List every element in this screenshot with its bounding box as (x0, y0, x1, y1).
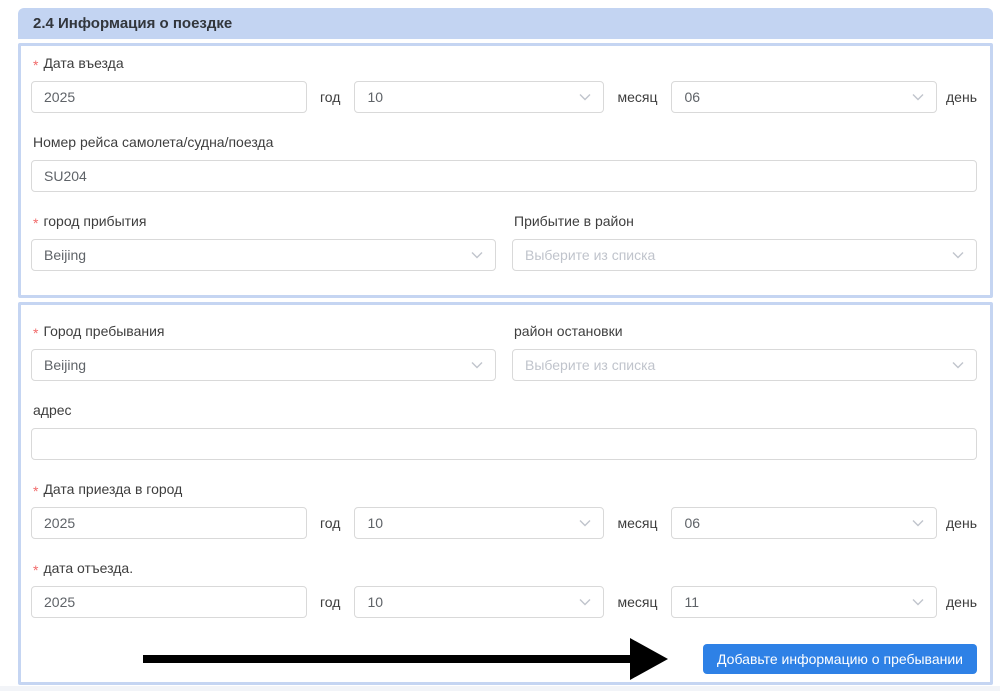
entry-date-label: * Дата въезда (33, 54, 977, 72)
address-input[interactable] (31, 428, 977, 460)
arrival-labels-row: * город прибытия Прибытие в район (31, 212, 977, 239)
chevron-down-icon (952, 251, 964, 259)
section-title: 2.4 Информация о поездке (33, 15, 232, 32)
transport-number-row (31, 160, 977, 192)
chevron-down-icon (579, 598, 591, 606)
stay-selects-row: Beijing Выберите из списка (31, 349, 977, 381)
arrival-selects-row: Beijing Выберите из списка (31, 239, 977, 271)
page-background-strip (0, 686, 1000, 691)
add-stay-button[interactable]: Добавьте информацию о пребывании (703, 644, 977, 674)
entry-day-select[interactable]: 06 (671, 81, 937, 113)
departure-date-row: год 10 месяц 11 день (31, 586, 977, 618)
day-unit-label: день (946, 89, 977, 105)
year-unit-label: год (320, 594, 340, 610)
transport-number-input[interactable] (31, 160, 977, 192)
arrival-city-label: * город прибытия (33, 212, 496, 230)
stay-info-box: * Город пребывания район остановки Beiji… (18, 302, 993, 685)
city-arrival-day-select[interactable]: 06 (671, 507, 937, 539)
chevron-down-icon (912, 598, 924, 606)
stay-city-select[interactable]: Beijing (31, 349, 496, 381)
address-label: адрес (33, 401, 977, 419)
departure-year-input[interactable] (31, 586, 307, 618)
address-row (31, 428, 977, 460)
chevron-down-icon (952, 361, 964, 369)
chevron-down-icon (579, 93, 591, 101)
stop-district-label: район остановки (514, 322, 977, 340)
chevron-down-icon (579, 519, 591, 527)
required-marker: * (33, 214, 38, 232)
day-unit-label: день (946, 515, 977, 531)
departure-month-select[interactable]: 10 (354, 586, 604, 618)
stop-district-select[interactable]: Выберите из списка (512, 349, 977, 381)
chevron-down-icon (471, 361, 483, 369)
add-stay-action-row: Добавьте информацию о пребывании (31, 644, 977, 674)
city-arrival-month-select[interactable]: 10 (354, 507, 604, 539)
departure-date-label: * дата отъезда. (33, 559, 977, 577)
stay-city-label: * Город пребывания (33, 322, 496, 340)
month-unit-label: месяц (617, 515, 657, 531)
required-marker: * (33, 324, 38, 342)
required-marker: * (33, 561, 38, 579)
arrival-district-label: Прибытие в район (514, 212, 977, 230)
arrival-district-select[interactable]: Выберите из списка (512, 239, 977, 271)
entry-month-select[interactable]: 10 (354, 81, 604, 113)
chevron-down-icon (912, 93, 924, 101)
stay-labels-row: * Город пребывания район остановки (31, 322, 977, 349)
required-marker: * (33, 482, 38, 500)
chevron-down-icon (471, 251, 483, 259)
city-arrival-date-row: год 10 месяц 06 день (31, 507, 977, 539)
city-arrival-date-label: * Дата приезда в город (33, 480, 977, 498)
required-marker: * (33, 56, 38, 74)
entry-year-input[interactable] (31, 81, 307, 113)
entry-date-row: год 10 месяц 06 день (31, 81, 977, 113)
trip-info-page: 2.4 Информация о поездке * Дата въезда г… (0, 0, 1000, 691)
chevron-down-icon (912, 519, 924, 527)
transport-number-label: Номер рейса самолета/судна/поезда (33, 133, 977, 151)
month-unit-label: месяц (617, 594, 657, 610)
year-unit-label: год (320, 89, 340, 105)
annotation-arrow-icon (143, 637, 668, 681)
entry-info-box: * Дата въезда год 10 месяц 06 (18, 43, 993, 298)
section-header: 2.4 Информация о поездке (18, 8, 993, 39)
departure-day-select[interactable]: 11 (671, 586, 937, 618)
year-unit-label: год (320, 515, 340, 531)
month-unit-label: месяц (617, 89, 657, 105)
day-unit-label: день (946, 594, 977, 610)
city-arrival-year-input[interactable] (31, 507, 307, 539)
arrival-city-select[interactable]: Beijing (31, 239, 496, 271)
